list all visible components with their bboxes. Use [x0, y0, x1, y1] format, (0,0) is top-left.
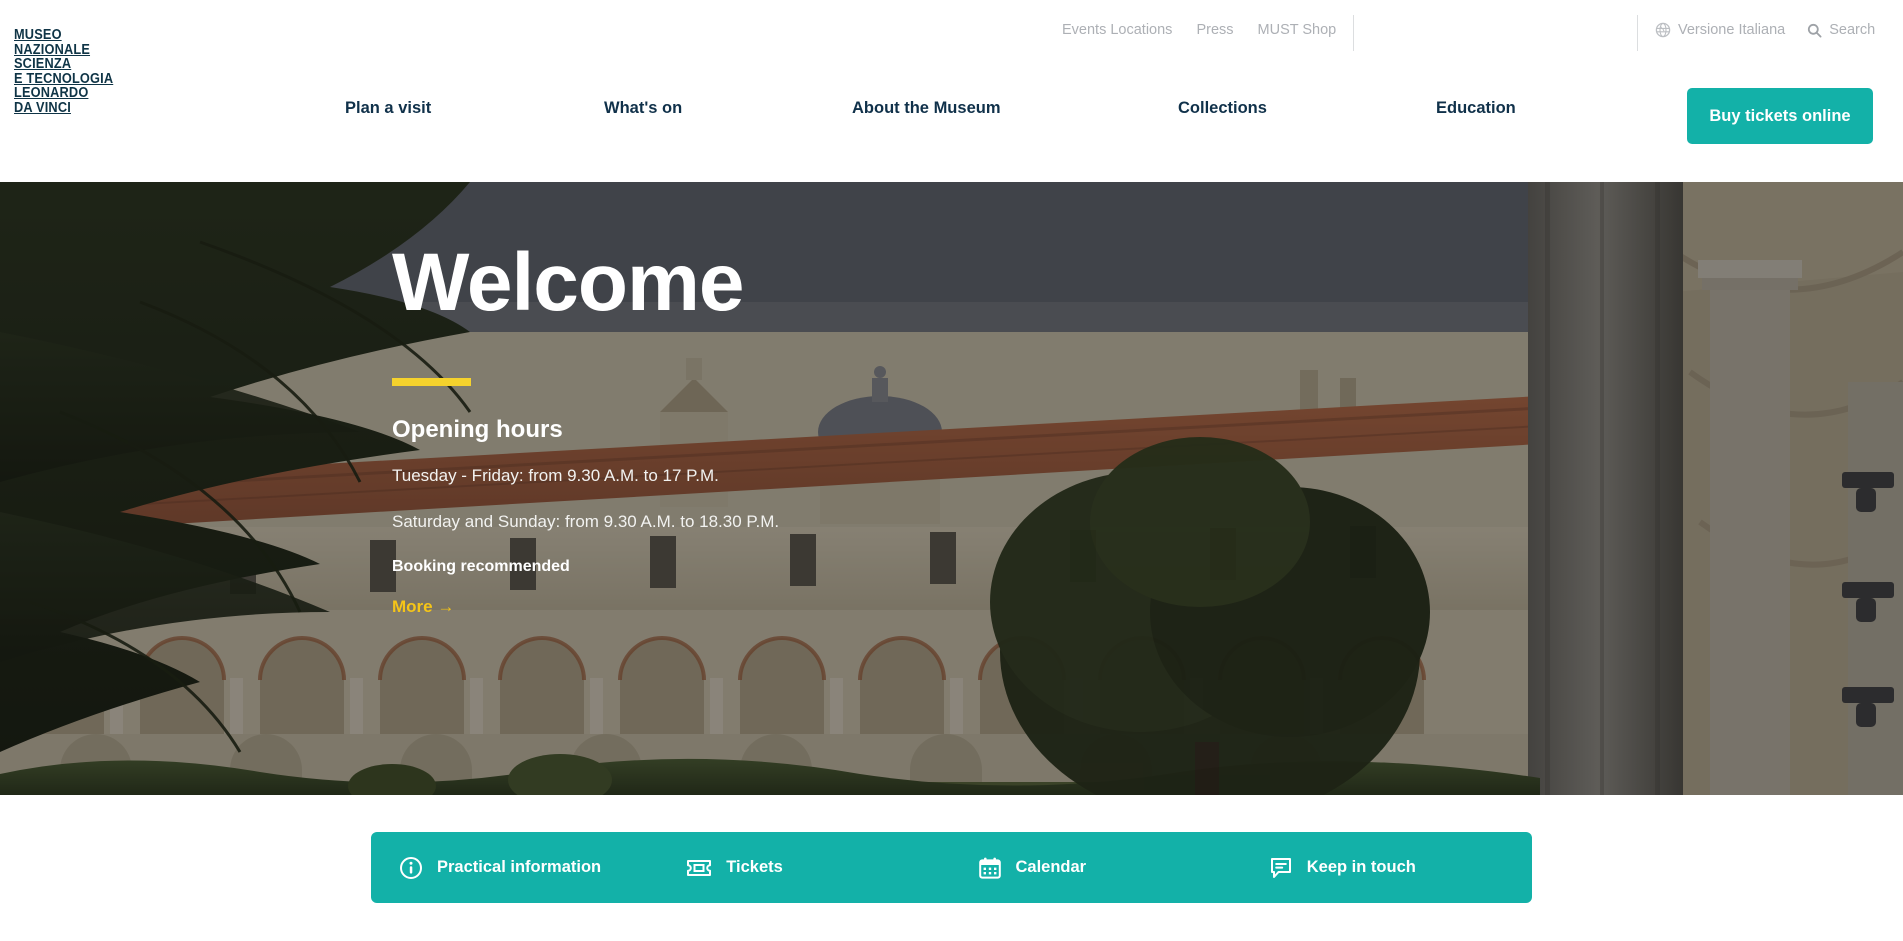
quicklink-practical-information[interactable]: Practical information — [371, 856, 662, 880]
utility-divider-right — [1637, 15, 1638, 51]
hero-hours-weekend: Saturday and Sunday: from 9.30 A.M. to 1… — [392, 512, 780, 531]
utility-link-must-shop[interactable]: MUST Shop — [1258, 22, 1337, 38]
hero-overlay — [0, 182, 1903, 795]
ticket-icon — [686, 857, 712, 879]
hero-accent-rule — [392, 378, 471, 386]
nav-item-collections[interactable]: Collections — [1178, 99, 1267, 118]
search-label: Search — [1829, 22, 1876, 38]
nav-item-education[interactable]: Education — [1436, 99, 1516, 118]
nav-item-whats-on[interactable]: What's on — [604, 99, 682, 118]
language-switcher[interactable]: Versione Italiana — [1655, 22, 1785, 38]
hero-title: Welcome — [392, 237, 745, 328]
utility-link-press[interactable]: Press — [1196, 22, 1233, 38]
utility-divider — [1353, 15, 1354, 51]
quicklink-label: Calendar — [1015, 858, 1087, 876]
hero-section: Welcome Opening hours Tuesday - Friday: … — [0, 182, 1903, 795]
language-switcher-label: Versione Italiana — [1678, 22, 1786, 38]
utility-link-events-locations[interactable]: Events Locations — [1062, 22, 1172, 38]
speech-bubble-icon — [1269, 856, 1293, 880]
quicklink-calendar[interactable]: Calendar — [950, 856, 1241, 880]
calendar-icon — [978, 856, 1002, 880]
main-navigation: Plan a visit What's on About the Museum … — [0, 99, 1903, 149]
info-circle-icon — [399, 856, 423, 880]
globe-icon — [1655, 22, 1671, 38]
nav-item-about-the-museum[interactable]: About the Museum — [852, 99, 1001, 118]
utility-nav-right: Versione Italiana Search — [1655, 22, 1875, 38]
hero-more-link[interactable]: More → — [392, 597, 454, 617]
hero-hours-weekday: Tuesday - Friday: from 9.30 A.M. to 17 P… — [392, 466, 719, 485]
quicklink-keep-in-touch[interactable]: Keep in touch — [1241, 856, 1532, 880]
search-icon — [1807, 23, 1822, 38]
buy-tickets-button[interactable]: Buy tickets online — [1687, 88, 1873, 144]
search-button[interactable]: Search — [1807, 22, 1875, 38]
quicklink-label: Keep in touch — [1306, 858, 1416, 876]
quicklink-tickets[interactable]: Tickets — [662, 857, 949, 879]
utility-nav-left: Events Locations Press MUST Shop — [1062, 22, 1336, 38]
hero-content: Welcome Opening hours Tuesday - Friday: … — [392, 242, 779, 617]
site-header: MUSEO NAZIONALE SCIENZA E TECNOLOGIA LEO… — [0, 0, 1903, 182]
hero-booking-note: Booking recommended — [392, 558, 570, 575]
quicklink-label: Tickets — [726, 858, 783, 876]
quicklinks-bar: Practical information Tickets Calendar K… — [371, 832, 1532, 903]
hero-subtitle: Opening hours — [392, 416, 563, 443]
quicklink-label: Practical information — [437, 858, 602, 876]
nav-item-plan-a-visit[interactable]: Plan a visit — [345, 99, 431, 118]
